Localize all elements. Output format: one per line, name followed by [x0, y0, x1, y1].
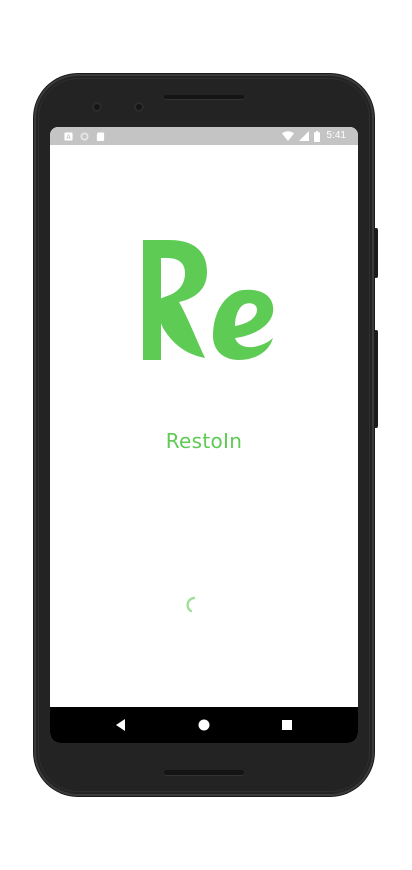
home-icon — [198, 719, 210, 731]
status-time: 5:41 — [326, 130, 346, 141]
status-bar: A 5:41 — [50, 127, 358, 145]
notification-a-icon: A — [64, 131, 73, 141]
status-notifications: A — [64, 127, 105, 145]
status-system: 5:41 — [281, 127, 346, 145]
device-mockup: A 5:41 RestoIn — [0, 0, 412, 870]
front-sensor — [134, 102, 144, 112]
nav-back-button[interactable] — [111, 715, 131, 735]
screen: A 5:41 RestoIn — [50, 127, 358, 743]
loading-spinner-icon — [186, 596, 196, 613]
notification-circle-icon — [80, 131, 89, 141]
wifi-icon — [281, 131, 294, 141]
front-camera — [92, 102, 102, 112]
svg-text:A: A — [66, 134, 71, 141]
sd-card-icon — [96, 131, 105, 141]
app-name: RestoIn — [165, 429, 243, 453]
volume-button — [374, 330, 378, 428]
cell-signal-icon — [298, 131, 309, 141]
bottom-speaker — [164, 770, 244, 775]
back-icon — [116, 719, 126, 731]
recents-icon — [281, 720, 292, 730]
app-logo-icon — [143, 240, 274, 360]
splash-screen: RestoIn — [50, 145, 358, 707]
nav-home-button[interactable] — [194, 715, 214, 735]
battery-icon — [313, 130, 320, 142]
navigation-bar — [50, 707, 358, 743]
nav-recents-button[interactable] — [277, 715, 297, 735]
earpiece-speaker — [164, 95, 244, 99]
power-button — [374, 228, 378, 278]
